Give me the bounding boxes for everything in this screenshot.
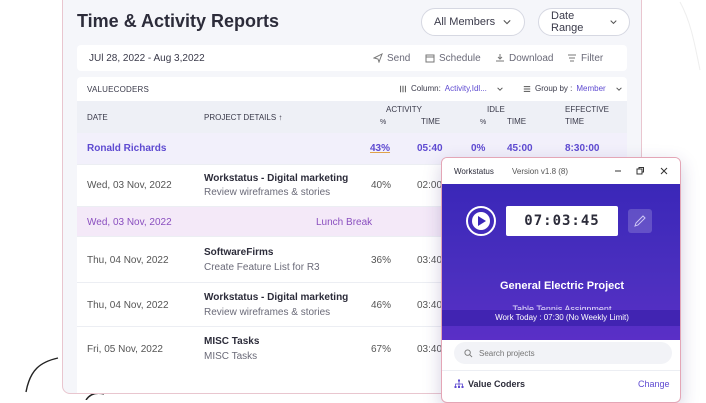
summary-effective-time: 8:30:00 <box>565 143 600 154</box>
col-effective-time: TIME <box>565 117 585 126</box>
row-activity-pct: 40% <box>371 180 392 191</box>
send-button[interactable]: Send <box>373 53 410 64</box>
widget-titlebar: Workstatus Version v1.8 (8) <box>442 158 680 184</box>
current-project: General Electric Project <box>499 280 625 292</box>
member-name: Ronald Richards <box>87 143 167 154</box>
row-date: Thu, 04 Nov, 2022 <box>87 255 169 266</box>
row-project: MISC Tasks <box>204 336 260 347</box>
company-name: VALUECODERS <box>87 85 150 94</box>
restore-icon[interactable] <box>634 165 646 177</box>
date-range-text: JUl 28, 2022 - Aug 3,2022 <box>89 52 205 64</box>
download-label: Download <box>509 52 554 64</box>
table-header: DATE PROJECT DETAILS ↑ ACTIVITY % TIME I… <box>77 101 627 133</box>
filter-icon <box>568 54 576 62</box>
date-range-dropdown[interactable]: Date Range <box>538 8 630 36</box>
chevron-down-icon <box>497 86 503 91</box>
col-idle-pct: % <box>480 119 487 126</box>
row-task: Review wireframes & stories <box>204 307 331 318</box>
col-effective: EFFECTIVE <box>565 105 610 114</box>
summary-activity-time: 05:40 <box>417 143 443 154</box>
search-input[interactable] <box>479 348 649 358</box>
play-icon <box>472 212 490 230</box>
close-icon[interactable] <box>658 165 670 177</box>
row-date: Wed, 03 Nov, 2022 <box>87 217 172 228</box>
row-activity-pct: 36% <box>371 255 392 266</box>
workstatus-widget: Workstatus Version v1.8 (8) 07:03:45 Gen… <box>441 157 681 403</box>
work-today-bar: Work Today : 07:30 (No Weekly Limit) <box>442 310 680 326</box>
group-by-value: Member <box>576 84 606 93</box>
minimize-icon[interactable] <box>612 165 624 177</box>
members-dropdown-label: All Members <box>434 16 496 28</box>
row-activity-time: 02:00 <box>417 180 443 191</box>
send-label: Send <box>387 52 411 64</box>
row-activity-time: 03:40 <box>417 300 443 311</box>
chevron-down-icon <box>610 20 617 25</box>
schedule-label: Schedule <box>439 52 481 64</box>
table-options-row: VALUECODERS Column: Activity,Idl... Grou… <box>77 77 627 101</box>
pencil-icon <box>634 215 646 227</box>
change-org-link[interactable]: Change <box>638 379 670 389</box>
download-button[interactable]: Download <box>495 53 553 64</box>
row-project: Workstatus - Digital marketing <box>204 292 349 303</box>
row-project: Workstatus - Digital marketing <box>204 173 349 184</box>
column-value: Activity,Idl... <box>444 84 487 93</box>
chevron-down-icon <box>615 86 622 91</box>
members-dropdown[interactable]: All Members <box>421 8 525 36</box>
sort-arrow-icon: ↑ <box>278 113 283 122</box>
widget-app-name: Workstatus <box>454 167 494 176</box>
filter-label: Filter <box>581 52 604 64</box>
widget-footer: Value Coders Change <box>442 370 680 402</box>
list-icon <box>523 85 531 92</box>
chevron-down-icon <box>503 20 511 25</box>
columns-icon <box>400 85 406 92</box>
column-selector[interactable]: Column: Activity,Idl... <box>399 84 503 93</box>
row-activity-time: 03:40 <box>417 344 443 355</box>
row-activity-pct: 67% <box>371 344 392 355</box>
row-task: MISC Tasks <box>204 351 258 362</box>
widget-version: Version v1.8 (8) <box>512 167 569 176</box>
col-date[interactable]: DATE <box>87 113 108 122</box>
search-icon <box>464 348 473 357</box>
col-activity: ACTIVITY <box>386 105 423 114</box>
download-icon <box>496 54 504 62</box>
organization-name: Value Coders <box>454 379 525 389</box>
col-project-details-label: PROJECT DETAILS <box>204 113 277 122</box>
schedule-button[interactable]: Schedule <box>425 53 481 64</box>
page-title: Time & Activity Reports <box>77 11 280 31</box>
org-chart-icon <box>454 379 464 388</box>
summary-idle-time: 45:00 <box>507 143 533 154</box>
row-activity-pct: 46% <box>371 300 392 311</box>
row-date: Thu, 04 Nov, 2022 <box>87 300 169 311</box>
timer-display: 07:03:45 <box>506 206 618 236</box>
edit-button[interactable] <box>628 209 652 233</box>
col-idle-time: TIME <box>507 117 527 126</box>
col-activity-time: TIME <box>421 117 441 126</box>
col-activity-pct: % <box>380 119 387 126</box>
column-label: Column: <box>411 84 441 93</box>
report-toolbar: JUl 28, 2022 - Aug 3,2022 Send Schedule … <box>77 45 627 71</box>
row-task: Review wireframes & stories <box>204 187 331 198</box>
row-project: SoftwareFirms <box>204 247 274 258</box>
col-idle: IDLE <box>487 105 505 114</box>
summary-idle-pct: 0% <box>471 143 486 154</box>
row-date: Wed, 03 Nov, 2022 <box>87 180 172 191</box>
col-project-details[interactable]: PROJECT DETAILS ↑ <box>204 113 282 122</box>
project-search[interactable] <box>454 342 672 364</box>
row-activity-time: 03:40 <box>417 255 443 266</box>
send-icon <box>373 53 383 63</box>
play-button[interactable] <box>466 206 496 236</box>
row-task: Create Feature List for R3 <box>204 262 320 273</box>
date-range-dropdown-label: Date Range <box>551 10 584 34</box>
filter-button[interactable]: Filter <box>567 53 603 64</box>
row-break-label: Lunch Break <box>316 217 373 228</box>
group-by-selector[interactable]: Group by : Member <box>523 84 622 93</box>
calendar-icon <box>425 54 435 63</box>
row-date: Fri, 05 Nov, 2022 <box>87 344 163 355</box>
organization-label: Value Coders <box>468 379 526 389</box>
summary-activity-pct: 43% <box>370 143 391 154</box>
group-by-label: Group by : <box>535 84 573 93</box>
